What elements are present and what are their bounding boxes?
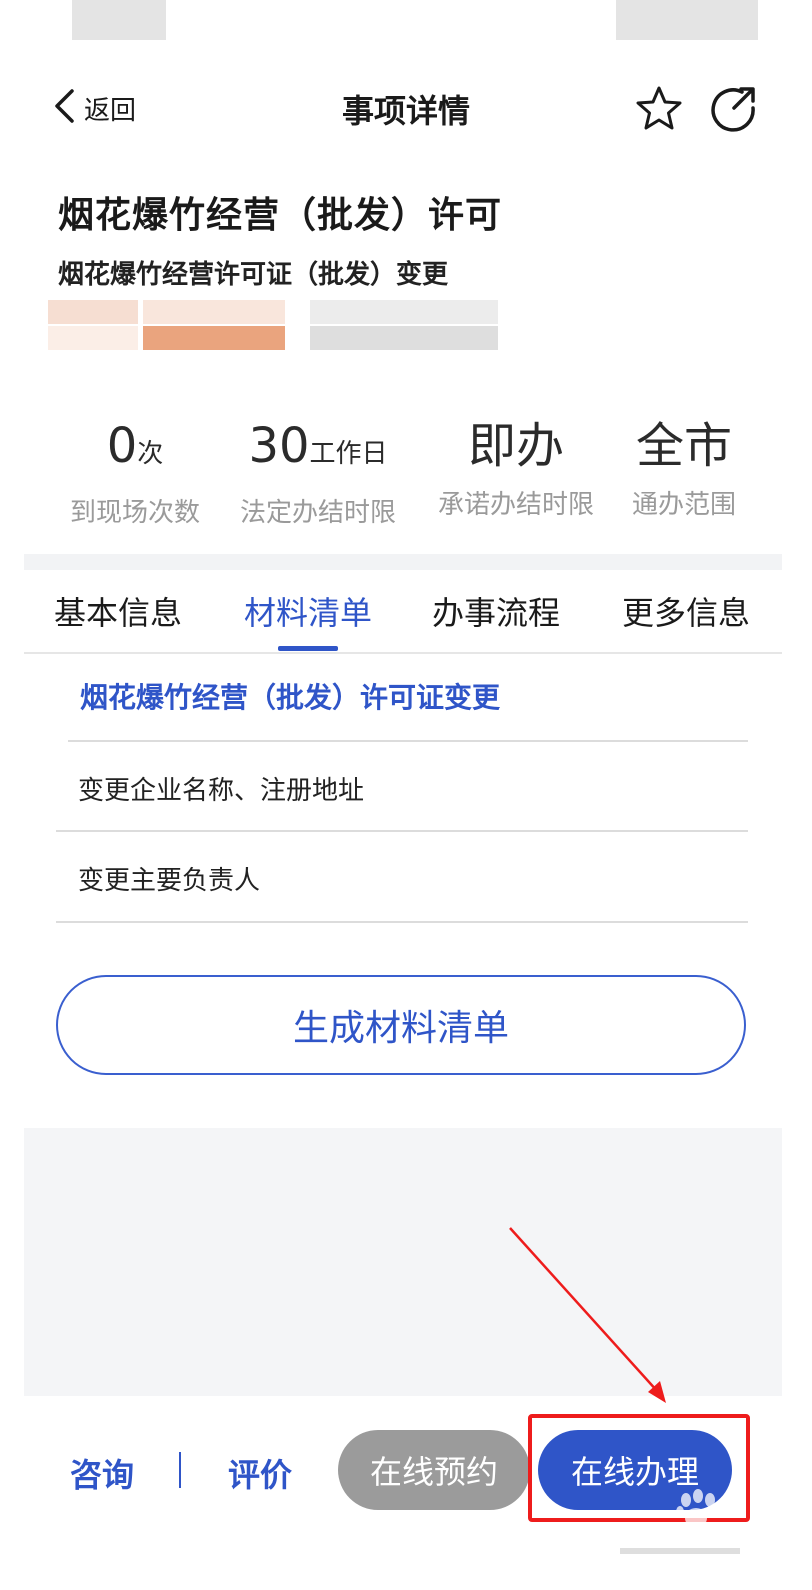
stat-promised-time: 即办 承诺办结时限 [426, 418, 606, 521]
tab-materials[interactable]: 材料清单 [244, 588, 372, 634]
list-item[interactable]: 变更企业名称、注册地址 [78, 770, 364, 807]
annotation-arrow [509, 1227, 666, 1403]
pixelated-tags [48, 300, 498, 352]
item-subtitle: 烟花爆竹经营许可证（批发）变更 [58, 260, 449, 290]
tab-more-info[interactable]: 更多信息 [622, 588, 750, 634]
consult-button[interactable]: 咨询 [70, 1450, 134, 1496]
stat-label: 到现场次数 [69, 498, 200, 528]
status-bar-right [616, 0, 758, 40]
list-item[interactable]: 变更主要负责人 [78, 860, 260, 897]
status-bar-left [72, 0, 166, 40]
share-icon[interactable] [708, 84, 758, 138]
divider [56, 921, 748, 923]
rate-button[interactable]: 评价 [228, 1450, 292, 1496]
active-tab-indicator [278, 646, 338, 651]
stat-value: 0 [106, 418, 138, 474]
page-title: 事项详情 [341, 92, 470, 130]
stat-unit: 次 [137, 439, 164, 469]
reserve-online-button[interactable]: 在线预约 [338, 1430, 530, 1510]
tabs-divider [24, 652, 782, 654]
bottom-divider [179, 1452, 181, 1488]
star-icon[interactable] [634, 84, 684, 138]
stat-visits: 0次 到现场次数 [60, 418, 210, 529]
stat-value: 30 [248, 418, 310, 474]
stat-value: 全市 [635, 418, 732, 474]
stat-label: 法定办结时限 [239, 498, 396, 528]
stat-unit: 工作日 [309, 439, 388, 469]
section-separator [24, 554, 782, 570]
generate-list-button[interactable]: 生成材料清单 [56, 975, 746, 1075]
stat-legal-time: 30工作日 法定办结时限 [228, 418, 408, 529]
item-title: 烟花爆竹经营（批发）许可 [58, 195, 503, 236]
divider [68, 740, 748, 742]
materials-heading: 烟花爆竹经营（批发）许可证变更 [80, 681, 501, 714]
tab-basic-info[interactable]: 基本信息 [54, 588, 182, 634]
watermark-logo [620, 1489, 740, 1554]
stat-label: 承诺办结时限 [437, 490, 594, 520]
stat-scope: 全市 通办范围 [624, 418, 744, 521]
tab-process[interactable]: 办事流程 [432, 588, 560, 634]
stat-label: 通办范围 [631, 490, 736, 520]
stat-value: 即办 [467, 418, 564, 474]
divider [56, 830, 748, 832]
